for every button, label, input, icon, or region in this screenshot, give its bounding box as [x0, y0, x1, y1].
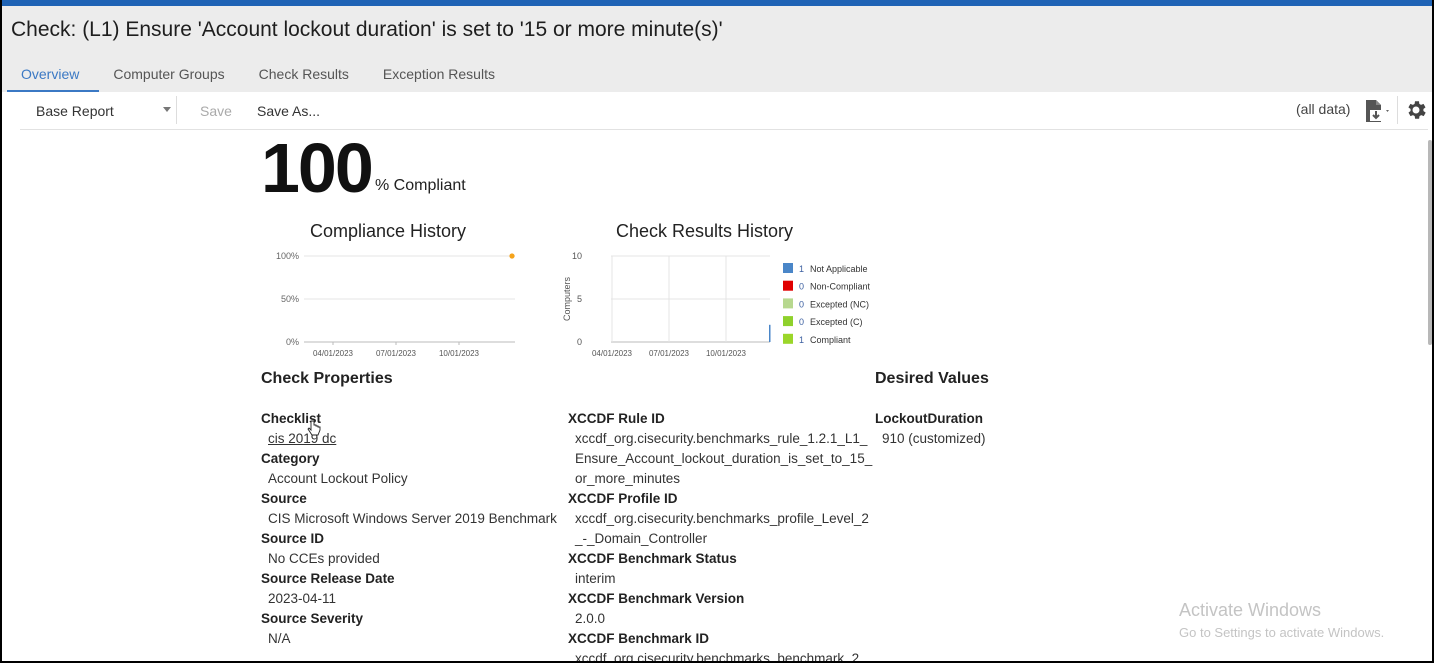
prop-key-checklist: Checklist: [261, 411, 322, 426]
tab-bar: Overview Computer Groups Check Results E…: [7, 62, 515, 92]
check-results-history-title: Check Results History: [616, 221, 794, 241]
prop-key-category: Category: [261, 451, 320, 466]
prop-val-source: CIS Microsoft Windows Server 2019 Benchm…: [268, 511, 557, 526]
report-select[interactable]: Base Report: [20, 96, 177, 124]
y-tick-label: 100%: [276, 251, 299, 261]
compliance-percent: 100: [261, 129, 374, 207]
y-tick-label: 10: [572, 251, 582, 261]
watermark-line1: Activate Windows: [1179, 600, 1322, 620]
prop-val-xccdf-profile-id-line1: xccdf_org.cisecurity.benchmarks_profile_…: [575, 511, 869, 526]
check-properties-col2: XCCDF Rule ID xccdf_org.cisecurity.bench…: [568, 409, 872, 661]
prop-key-xccdf-benchmark-version: XCCDF Benchmark Version: [568, 591, 745, 606]
app-window: Check: (L1) Ensure 'Account lockout dura…: [2, 0, 1432, 661]
legend-label: Excepted (NC): [810, 299, 869, 309]
save-as-button[interactable]: Save As...: [257, 103, 320, 119]
compliance-history-title: Compliance History: [310, 221, 467, 241]
prop-key-source: Source: [261, 491, 307, 506]
data-scope-label[interactable]: (all data): [1296, 101, 1350, 117]
y-tick-label: 0%: [286, 337, 299, 347]
prop-val-source-release-date: 2023-04-11: [268, 591, 337, 606]
x-tick-label: 04/01/2023: [592, 349, 633, 358]
legend-count: 0: [799, 299, 804, 309]
legend-swatch: [783, 263, 793, 273]
legend-swatch: [783, 333, 793, 344]
watermark-line2: Go to Settings to activate Windows.: [1179, 625, 1385, 640]
y-axis-label: Computers: [562, 276, 572, 321]
y-tick-label: 5: [577, 294, 582, 304]
prop-val-source-id: No CCEs provided: [268, 551, 380, 566]
hand-cursor-icon: [307, 420, 321, 436]
prop-key-xccdf-benchmark-id: XCCDF Benchmark ID: [568, 631, 710, 646]
desired-val-lockout-duration: 910 (customized): [882, 431, 986, 446]
prop-key-source-id: Source ID: [261, 531, 325, 546]
page-header: Check: (L1) Ensure 'Account lockout dura…: [2, 6, 1432, 92]
legend-count: 0: [799, 282, 804, 292]
prop-val-xccdf-benchmark-status: interim: [575, 571, 616, 586]
checklist-link[interactable]: cis 2019 dc: [268, 431, 336, 446]
prop-val-xccdf-rule-id-line1: xccdf_org.cisecurity.benchmarks_rule_1.2…: [575, 431, 868, 446]
x-tick-label: 04/01/2023: [313, 349, 354, 358]
gear-icon[interactable]: [1404, 98, 1428, 122]
tab-check-results[interactable]: Check Results: [245, 62, 369, 92]
prop-val-checklist: cis 2019 dc: [261, 429, 557, 449]
prop-val-xccdf-benchmark-version: 2.0.0: [575, 611, 606, 626]
legend-count: 1: [799, 264, 804, 274]
prop-val-xccdf-rule-id-line2: Ensure_Account_lockout_duration_is_set_t…: [575, 451, 873, 466]
legend-label: Excepted (C): [810, 317, 863, 327]
save-button[interactable]: Save: [200, 103, 232, 119]
y-tick-label: 0: [577, 337, 582, 347]
legend-swatch: [783, 316, 793, 327]
prop-val-category: Account Lockout Policy: [268, 471, 408, 486]
vertical-scrollbar[interactable]: [1428, 140, 1432, 345]
page-title: Check: (L1) Ensure 'Account lockout dura…: [11, 18, 723, 41]
prop-val-xccdf-profile-id-line2: _-_Domain_Controller: [575, 531, 708, 546]
desired-values-list: LockoutDuration 910 (customized): [875, 409, 986, 449]
tab-exception-results[interactable]: Exception Results: [369, 62, 515, 92]
check-results-history-chart: 0510Computers04/01/2023 07/01/2023 10/01/2…: [562, 251, 871, 358]
desired-values-title: Desired Values: [875, 370, 989, 387]
check-properties-col1: Checklist cis 2019 dc Category Account L…: [261, 409, 557, 649]
prop-val-xccdf-benchmark-id: xccdf_org.cisecurity.benchmarks_benchmar…: [575, 651, 860, 661]
tab-computer-groups[interactable]: Computer Groups: [99, 62, 244, 92]
chevron-down-icon: [163, 107, 171, 112]
prop-key-xccdf-benchmark-status: XCCDF Benchmark Status: [568, 551, 737, 566]
legend-count: 1: [799, 335, 804, 345]
prop-val-xccdf-rule-id-line3: or_more_minutes: [575, 471, 681, 486]
report-select-value: Base Report: [36, 103, 114, 119]
legend-label: Compliant: [810, 335, 851, 345]
legend-swatch: [783, 298, 793, 309]
export-document-icon[interactable]: [1363, 98, 1393, 124]
tab-overview[interactable]: Overview: [7, 62, 100, 92]
legend-swatch: [783, 280, 793, 291]
prop-key-xccdf-rule-id: XCCDF Rule ID: [568, 411, 665, 426]
prop-key-source-release-date: Source Release Date: [261, 571, 395, 586]
prop-key-source-severity: Source Severity: [261, 611, 364, 626]
compliance-history-chart: 0% 50% 100% 04/01/2023 07/01/2023 10/01/2023: [276, 251, 515, 358]
x-tick-label: 10/01/2023: [706, 349, 747, 358]
compliance-percent-label: % Compliant: [375, 177, 466, 194]
data-point: [509, 253, 515, 259]
desired-key-lockout-duration: LockoutDuration: [875, 411, 983, 426]
legend-label: Not Applicable: [810, 264, 868, 274]
x-tick-label: 10/01/2023: [439, 349, 480, 358]
legend-label: Non-Compliant: [810, 282, 871, 292]
x-tick-label: 07/01/2023: [376, 349, 417, 358]
prop-key-xccdf-profile-id: XCCDF Profile ID: [568, 491, 678, 506]
y-tick-label: 50%: [281, 294, 299, 304]
bar-not-applicable: [769, 324, 771, 342]
legend-count: 0: [799, 317, 804, 327]
check-properties-title: Check Properties: [261, 370, 393, 387]
windows-activation-watermark: Activate Windows Go to Settings to activ…: [1179, 600, 1384, 640]
prop-val-source-severity: N/A: [268, 631, 291, 646]
toolbar-separator: [1397, 96, 1398, 124]
report-toolbar: Base Report Save Save As... (all data): [20, 92, 1428, 130]
x-tick-label: 07/01/2023: [649, 349, 690, 358]
